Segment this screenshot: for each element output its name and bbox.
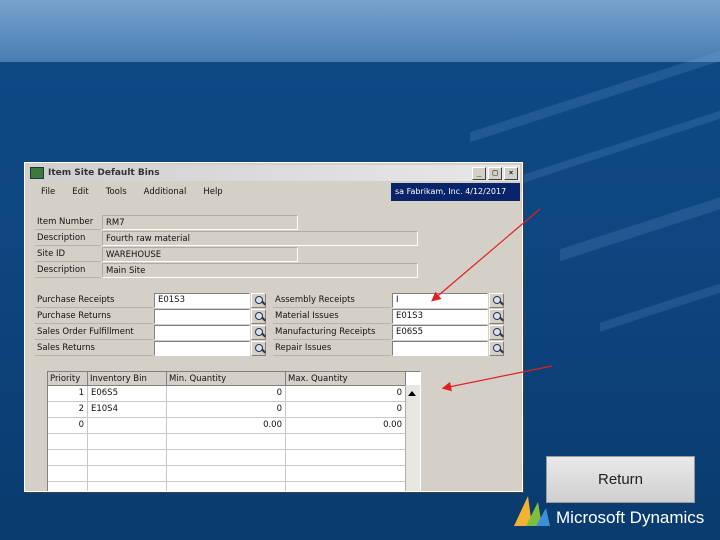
- brand-name: Microsoft Dynamics: [556, 508, 705, 527]
- arrow-to-inventory-grid: [441, 365, 553, 392]
- arrow-to-assembly-receipts: [431, 208, 541, 302]
- microsoft-dynamics-logo: Microsoft Dynamics: [510, 490, 716, 532]
- dynamics-logo-icon: [514, 496, 550, 526]
